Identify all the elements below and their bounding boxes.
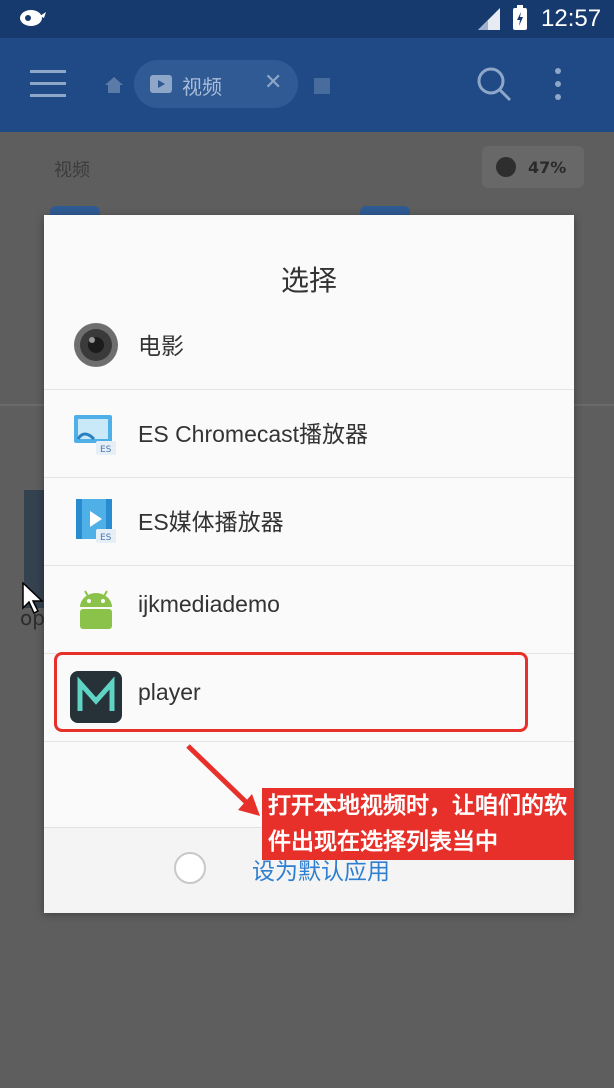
storage-percent: 47% (528, 158, 567, 177)
app-bar: 视频 ✕ (0, 38, 614, 132)
dialog-title: 选择 (280, 264, 337, 297)
pie-chart-icon (496, 157, 516, 177)
android-icon (80, 590, 112, 629)
video-icon (150, 75, 172, 93)
close-icon[interactable]: ✕ (264, 70, 282, 95)
default-app-radio[interactable] (174, 852, 206, 884)
cast-screen-icon: ES (74, 415, 116, 455)
app-option-label: ijkmediademo (138, 591, 280, 617)
media-player-icon: ES (76, 499, 116, 543)
arrow-icon (186, 744, 260, 816)
highlight-box (54, 652, 528, 732)
tab-video[interactable]: 视频 ✕ (134, 60, 298, 108)
app-option-label: ES Chromecast播放器 (138, 421, 369, 447)
menu-icon[interactable] (30, 70, 66, 100)
home-icon[interactable] (104, 76, 124, 94)
signal-icon (478, 8, 500, 30)
window-icon[interactable] (314, 78, 330, 94)
tab-video-label: 视频 (182, 75, 222, 99)
overflow-menu-icon[interactable] (555, 68, 563, 104)
search-icon[interactable] (476, 66, 512, 102)
notification-icon (20, 10, 46, 26)
battery-icon (513, 5, 527, 30)
mouse-cursor-icon (22, 582, 44, 614)
svg-text:ES: ES (100, 445, 112, 455)
storage-indicator: 47% (482, 146, 584, 188)
app-option-label: 电影 (138, 333, 184, 359)
status-bar: 12:57 (0, 0, 614, 38)
app-option-chromecast[interactable]: ES ES Chromecast播放器 (44, 389, 574, 478)
annotation-callout: 打开本地视频时，让咱们的软件出现在选择列表当中 (262, 788, 574, 860)
app-option-movies[interactable]: 电影 (44, 301, 574, 390)
app-option-es-media-player[interactable]: ES ES媒体播放器 (44, 477, 574, 566)
svg-text:ES: ES (100, 533, 112, 543)
app-option-label: ES媒体播放器 (138, 509, 284, 535)
breadcrumb: 视频 (54, 160, 90, 181)
status-time: 12:57 (541, 5, 602, 32)
app-option-ijkmediademo[interactable]: ijkmediademo (44, 565, 574, 654)
camera-lens-icon (74, 323, 118, 367)
